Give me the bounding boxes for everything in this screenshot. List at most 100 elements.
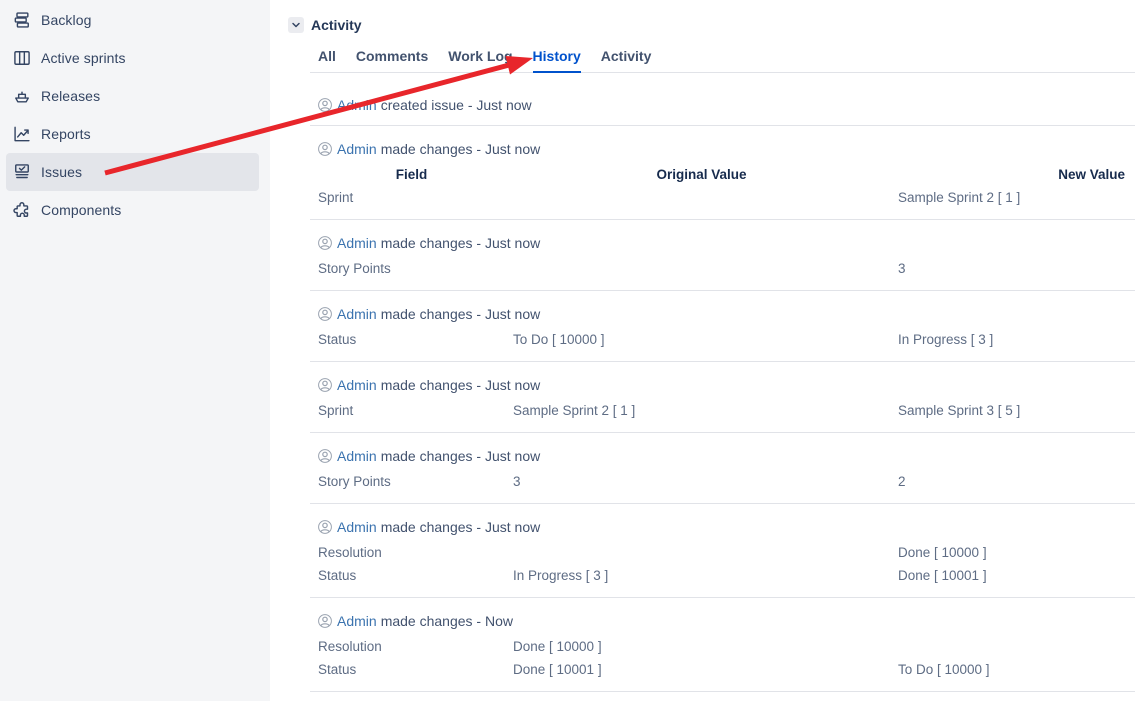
- tab-activity[interactable]: Activity: [601, 48, 652, 73]
- issues-icon: [12, 162, 32, 182]
- user-avatar-icon: [318, 98, 332, 112]
- sidebar-item-reports[interactable]: Reports: [6, 115, 259, 153]
- activity-tabs: All Comments Work Log History Activity: [310, 48, 1135, 73]
- field-cell: Status: [310, 328, 505, 351]
- entry-header: Admin created issue - Just now: [310, 95, 1135, 115]
- history-entry: Admin made changes - Just now Resolution…: [310, 504, 1135, 598]
- history-entry: Admin made changes - Just now StatusTo D…: [310, 291, 1135, 362]
- sidebar-item-releases[interactable]: Releases: [6, 77, 259, 115]
- entry-action-text: made changes - Just now: [381, 306, 541, 322]
- entry-header: Admin made changes - Just now: [310, 517, 1135, 537]
- field-column-header: Field: [310, 163, 505, 186]
- user-avatar-icon: [318, 236, 332, 250]
- user-avatar-icon: [318, 142, 332, 156]
- user-avatar-icon: [318, 520, 332, 534]
- change-row: ResolutionDone [ 10000 ]: [310, 635, 1135, 658]
- field-cell: Resolution: [310, 541, 505, 564]
- activity-section-header: Activity: [288, 16, 1135, 33]
- user-link[interactable]: Admin: [337, 519, 377, 535]
- user-avatar-icon: [318, 614, 332, 628]
- entry-header: Admin made changes - Just now: [310, 446, 1135, 466]
- entry-action-text: made changes - Just now: [381, 448, 541, 464]
- original-value-cell: [505, 186, 890, 209]
- change-row: Sprint Sample Sprint 2 [ 1 ]: [310, 186, 1135, 209]
- change-row: StatusDone [ 10001 ]To Do [ 10000 ]: [310, 658, 1135, 681]
- user-link[interactable]: Admin: [337, 448, 377, 464]
- main-content: Activity All Comments Work Log History A…: [270, 0, 1135, 701]
- history-entry: Admin made changes - Just now Story Poin…: [310, 220, 1135, 291]
- change-row: Story Points32: [310, 470, 1135, 493]
- changes-table: Story Points3: [310, 257, 1135, 280]
- changes-table: FieldOriginal ValueNew ValueSprintSample…: [310, 163, 1135, 209]
- field-cell: Sprint: [310, 186, 505, 209]
- tab-work-log[interactable]: Work Log: [448, 48, 512, 73]
- user-link[interactable]: Admin: [337, 235, 377, 251]
- user-avatar-icon: [318, 449, 332, 463]
- new-value-cell: Done [ 10001 ]: [890, 564, 1135, 587]
- history-entry: Admin made changes - Just now FieldOrigi…: [310, 126, 1135, 220]
- change-row: Resolution Done [ 10000 ]: [310, 541, 1135, 564]
- user-avatar-icon: [318, 378, 332, 392]
- changes-table: SprintSample Sprint 2 [ 1 ]Sample Sprint…: [310, 399, 1135, 422]
- entry-action-text: created issue - Just now: [381, 97, 532, 113]
- user-link[interactable]: Admin: [337, 306, 377, 322]
- sidebar-item-label: Releases: [41, 88, 100, 104]
- sidebar-item-backlog[interactable]: Backlog: [6, 1, 259, 39]
- sidebar-item-label: Reports: [41, 126, 91, 142]
- app-window: Backlog Active sprints Releases: [0, 0, 1135, 701]
- change-row: StatusTo Do [ 10000 ]In Progress [ 3 ]: [310, 328, 1135, 351]
- entry-action-text: made changes - Now: [381, 613, 513, 629]
- new-value-cell: 3: [890, 257, 1135, 280]
- history-entry: Admin made changes - Just now Story Poin…: [310, 433, 1135, 504]
- tab-all[interactable]: All: [318, 48, 336, 73]
- original-value-cell: [505, 257, 890, 280]
- sidebar-item-label: Active sprints: [41, 50, 126, 66]
- original-value-cell: To Do [ 10000 ]: [505, 328, 890, 351]
- entry-action-text: made changes - Just now: [381, 235, 541, 251]
- user-link[interactable]: Admin: [337, 613, 377, 629]
- original-value-cell: Done [ 10000 ]: [505, 635, 890, 658]
- original-value-column-header: Original Value: [505, 163, 890, 186]
- sidebar-item-label: Backlog: [41, 12, 92, 28]
- change-row: SprintSample Sprint 2 [ 1 ]Sample Sprint…: [310, 399, 1135, 422]
- field-cell: Sprint: [310, 399, 505, 422]
- entry-action-text: made changes - Just now: [381, 141, 541, 157]
- sidebar-item-active-sprints[interactable]: Active sprints: [6, 39, 259, 77]
- entry-header: Admin made changes - Just now: [310, 139, 1135, 159]
- reports-chart-icon: [12, 124, 32, 144]
- new-value-column-header: New Value: [890, 163, 1135, 186]
- changes-header-row: FieldOriginal ValueNew Value: [310, 163, 1135, 186]
- field-cell: Story Points: [310, 470, 505, 493]
- sidebar-item-issues[interactable]: Issues: [6, 153, 259, 191]
- user-link[interactable]: Admin: [337, 377, 377, 393]
- entry-action-text: made changes - Just now: [381, 519, 541, 535]
- collapse-activity-button[interactable]: [288, 17, 304, 33]
- changes-table: ResolutionDone [ 10000 ]StatusDone [ 100…: [310, 635, 1135, 681]
- history-entry: Admin made changes - Now ResolutionDone …: [310, 598, 1135, 692]
- changes-table: StatusTo Do [ 10000 ]In Progress [ 3 ]: [310, 328, 1135, 351]
- sidebar-item-label: Issues: [41, 164, 82, 180]
- entry-action-text: made changes - Just now: [381, 377, 541, 393]
- tab-history[interactable]: History: [533, 48, 581, 73]
- tab-comments[interactable]: Comments: [356, 48, 428, 73]
- user-link[interactable]: Admin: [337, 97, 377, 113]
- new-value-cell: Sample Sprint 2 [ 1 ]: [890, 186, 1135, 209]
- field-cell: Status: [310, 658, 505, 681]
- entry-header: Admin made changes - Just now: [310, 375, 1135, 395]
- new-value-cell: To Do [ 10000 ]: [890, 658, 1135, 681]
- change-row: Story Points3: [310, 257, 1135, 280]
- original-value-cell: Done [ 10001 ]: [505, 658, 890, 681]
- user-link[interactable]: Admin: [337, 141, 377, 157]
- entry-header: Admin made changes - Now: [310, 611, 1135, 631]
- user-avatar-icon: [318, 307, 332, 321]
- original-value-cell: In Progress [ 3 ]: [505, 564, 890, 587]
- original-value-cell: Sample Sprint 2 [ 1 ]: [505, 399, 890, 422]
- entry-header: Admin made changes - Just now: [310, 233, 1135, 253]
- new-value-cell: Done [ 10000 ]: [890, 541, 1135, 564]
- original-value-cell: 3: [505, 470, 890, 493]
- new-value-cell: 2: [890, 470, 1135, 493]
- history-list: Admin created issue - Just now Admin mad…: [310, 82, 1135, 692]
- activity-section-title: Activity: [311, 17, 362, 33]
- new-value-cell: [890, 635, 1135, 658]
- sidebar-item-components[interactable]: Components: [6, 191, 259, 229]
